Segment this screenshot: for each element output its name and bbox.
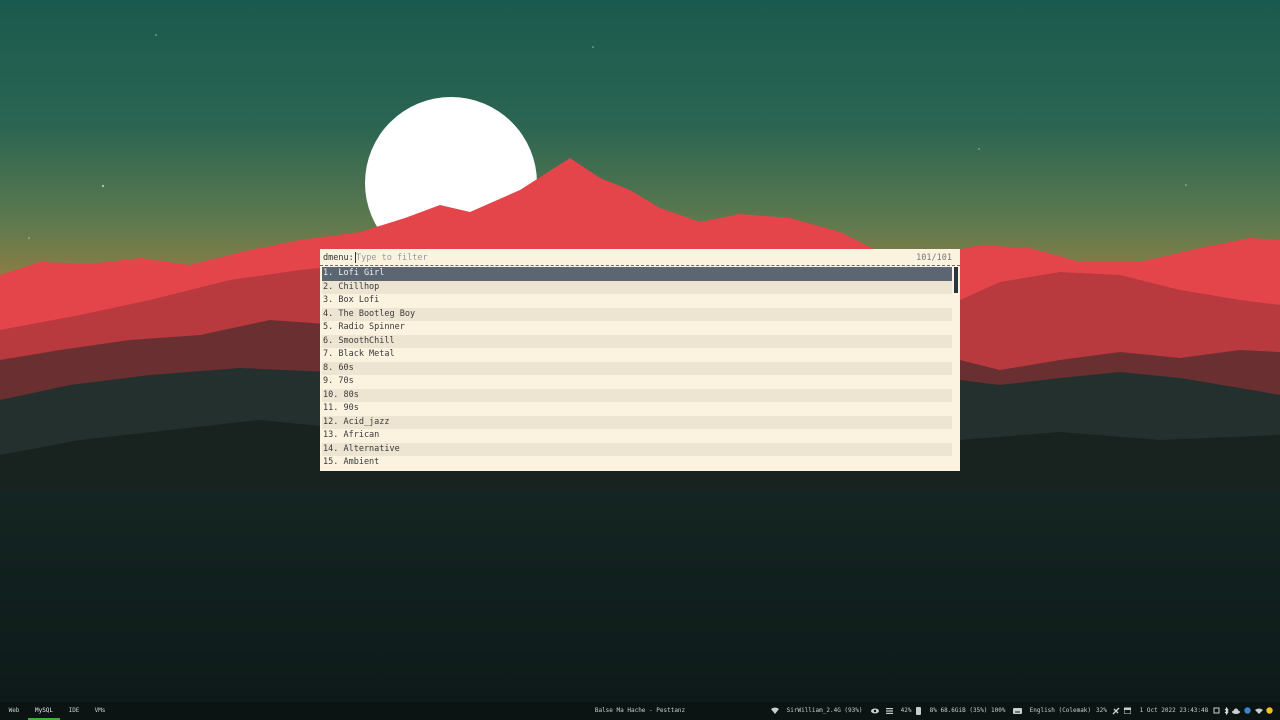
status-bar: Web MySQL IDE VMs Balse Ma Hache - Pestt… [0,702,1280,720]
list-item[interactable]: 6. SmoothChill [322,334,952,348]
window-title: Balse Ma Hache - Pesttanz [594,707,686,714]
memory-icon [916,706,921,715]
dmenu-window: dmenu: 101/101 1. Lofi Girl 2. Chillhop … [320,249,960,471]
keyboard-icon [1013,707,1022,714]
wifi-label: SirWilliam_2.4G (93%) [786,707,863,714]
memory-module[interactable]: 8% 68.6GiB (35%) 100% [916,702,1005,720]
dmenu-list: 1. Lofi Girl 2. Chillhop 3. Box Lofi 4. … [322,267,952,471]
keyboard-label: English (Colemak) [1029,707,1092,714]
list-item[interactable]: 4. The Bootleg Boy [322,307,952,321]
workspace-vms[interactable]: VMs [90,702,110,720]
globe-tray-icon[interactable] [1244,707,1251,714]
brightness-icon [1112,707,1120,714]
memory-label: 8% 68.6GiB (35%) 100% [929,707,1006,714]
workspace-mysql[interactable]: MySQL [28,702,60,720]
list-item[interactable]: 8. 60s [322,361,952,375]
cpu-label: 42% [900,707,912,714]
cloud-tray-icon[interactable] [1232,708,1241,714]
list-item[interactable]: 15. Ambient [322,456,952,470]
list-item[interactable]: 11. 90s [322,402,952,416]
eye-icon [871,708,879,713]
list-item[interactable]: 2. Chillhop [322,280,952,294]
wifi-tray-icon[interactable] [1254,708,1263,714]
brightness-label: 32% [1096,707,1107,714]
list-item[interactable]: 5. Radio Spinner [322,321,952,335]
wifi-icon [771,707,779,714]
keyboard-module[interactable]: English (Colemak) [1013,702,1091,720]
eye-module[interactable] [871,702,879,720]
workspace-ide[interactable]: IDE [64,702,84,720]
list-item[interactable]: 14. Alternative [322,442,952,456]
clock-module[interactable]: 1 Oct 2022 23:43:48 [1124,702,1208,720]
filter-input[interactable] [356,251,876,264]
brightness-module[interactable]: 32% [1096,702,1120,720]
wifi-module[interactable]: SirWilliam_2.4G (93%) [771,702,862,720]
match-counter: 101/101 [916,253,952,263]
list-item[interactable]: 9. 70s [322,375,952,389]
list-item[interactable]: 7. Black Metal [322,348,952,362]
cpu-icon [886,707,893,714]
list-item[interactable]: 12. Acid_jazz [322,415,952,429]
sun-tray-icon[interactable] [1266,707,1273,714]
system-tray [1213,702,1273,720]
bluetooth-tray-icon[interactable] [1224,706,1229,715]
list-item[interactable]: 13. African [322,429,952,443]
dmenu-prompt-label: dmenu: [323,253,354,263]
calendar-icon [1124,707,1131,714]
datetime-label: 1 Oct 2022 23:43:48 [1139,707,1209,714]
workspace-web[interactable]: Web [4,702,24,720]
list-item[interactable]: 1. Lofi Girl [322,267,952,281]
cpu-module[interactable]: 42% [886,702,911,720]
dmenu-prompt-row: dmenu: 101/101 [320,249,960,266]
scrollbar[interactable] [954,267,958,293]
list-item[interactable]: 3. Box Lofi [322,294,952,308]
list-item[interactable]: 10. 80s [322,388,952,402]
network-tray-icon[interactable] [1213,707,1220,714]
